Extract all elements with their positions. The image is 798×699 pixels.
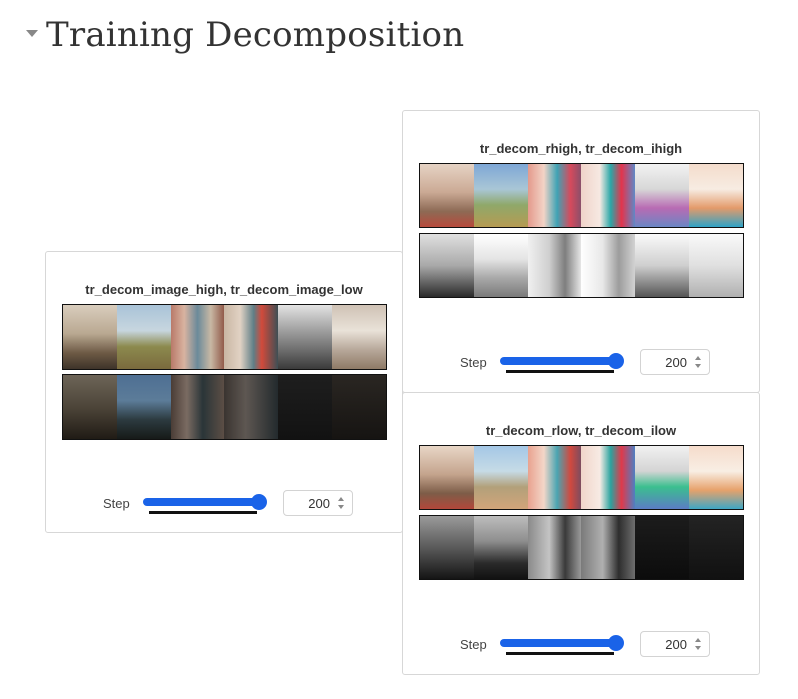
card-reflect-high: tr_decom_rhigh, tr_decom_ihigh Step 200: [402, 110, 760, 393]
image-tile: [689, 164, 743, 227]
image-tile: [278, 305, 333, 369]
slider-track[interactable]: [143, 498, 259, 506]
image-tile: [116, 375, 171, 439]
section-header[interactable]: Training Decomposition: [26, 10, 464, 60]
spinner-icon[interactable]: [338, 497, 344, 509]
step-value: 200: [665, 354, 687, 370]
slider-track[interactable]: [500, 357, 616, 365]
slider-underline: [506, 652, 614, 655]
image-tile: [473, 516, 528, 579]
image-tile: [527, 446, 582, 509]
image-tile: [635, 516, 690, 579]
image-tile: [63, 305, 117, 369]
step-slider[interactable]: [500, 350, 624, 374]
image-tile: [581, 234, 636, 297]
card-reflect-low: tr_decom_rlow, tr_decom_ilow Step 200: [402, 392, 760, 675]
step-number-input[interactable]: 200: [640, 349, 710, 375]
step-slider[interactable]: [143, 491, 267, 515]
spinner-icon[interactable]: [695, 638, 701, 650]
slider-thumb[interactable]: [608, 635, 624, 651]
image-tile: [224, 375, 279, 439]
step-control: Step 200: [460, 349, 710, 375]
illum-low-strip: [419, 515, 744, 580]
step-value: 200: [665, 636, 687, 652]
image-strip-high: [62, 304, 387, 370]
image-tile: [473, 446, 528, 509]
caret-down-icon[interactable]: [26, 29, 38, 37]
step-label: Step: [460, 636, 487, 652]
image-tile: [420, 516, 474, 579]
step-label: Step: [460, 354, 487, 370]
image-tile: [278, 375, 333, 439]
image-tile: [581, 446, 636, 509]
slider-underline: [149, 511, 257, 514]
image-tile: [635, 234, 690, 297]
image-tile: [170, 375, 225, 439]
step-control: Step 200: [460, 631, 710, 657]
step-number-input[interactable]: 200: [640, 631, 710, 657]
illum-high-strip: [419, 233, 744, 298]
image-tile: [332, 375, 386, 439]
card-title: tr_decom_rhigh, tr_decom_ihigh: [479, 141, 683, 156]
image-tile: [689, 446, 743, 509]
image-tile: [420, 234, 474, 297]
image-tile: [527, 234, 582, 297]
image-tile: [332, 305, 386, 369]
image-tile: [63, 375, 117, 439]
slider-track[interactable]: [500, 639, 616, 647]
image-tile: [473, 164, 528, 227]
step-number-input[interactable]: 200: [283, 490, 353, 516]
image-tile: [224, 305, 279, 369]
slider-thumb[interactable]: [608, 353, 624, 369]
card-title: tr_decom_image_high, tr_decom_image_low: [85, 282, 363, 297]
card-title: tr_decom_rlow, tr_decom_ilow: [485, 423, 677, 438]
image-tile: [581, 164, 636, 227]
step-control: Step 200: [103, 490, 353, 516]
section-title: Training Decomposition: [46, 15, 465, 55]
image-tile: [635, 164, 690, 227]
image-tile: [581, 516, 636, 579]
slider-thumb[interactable]: [251, 494, 267, 510]
image-tile: [689, 516, 743, 579]
image-strip-low: [62, 374, 387, 440]
reflect-high-strip: [419, 163, 744, 228]
image-tile: [689, 234, 743, 297]
image-tile: [527, 516, 582, 579]
slider-underline: [506, 370, 614, 373]
image-tile: [635, 446, 690, 509]
image-tile: [473, 234, 528, 297]
image-tile: [116, 305, 171, 369]
card-image-high-low: tr_decom_image_high, tr_decom_image_low …: [45, 251, 403, 533]
step-slider[interactable]: [500, 632, 624, 656]
reflect-low-strip: [419, 445, 744, 510]
image-tile: [170, 305, 225, 369]
spinner-icon[interactable]: [695, 356, 701, 368]
image-tile: [527, 164, 582, 227]
step-label: Step: [103, 495, 130, 511]
image-tile: [420, 164, 474, 227]
image-tile: [420, 446, 474, 509]
step-value: 200: [308, 495, 330, 511]
